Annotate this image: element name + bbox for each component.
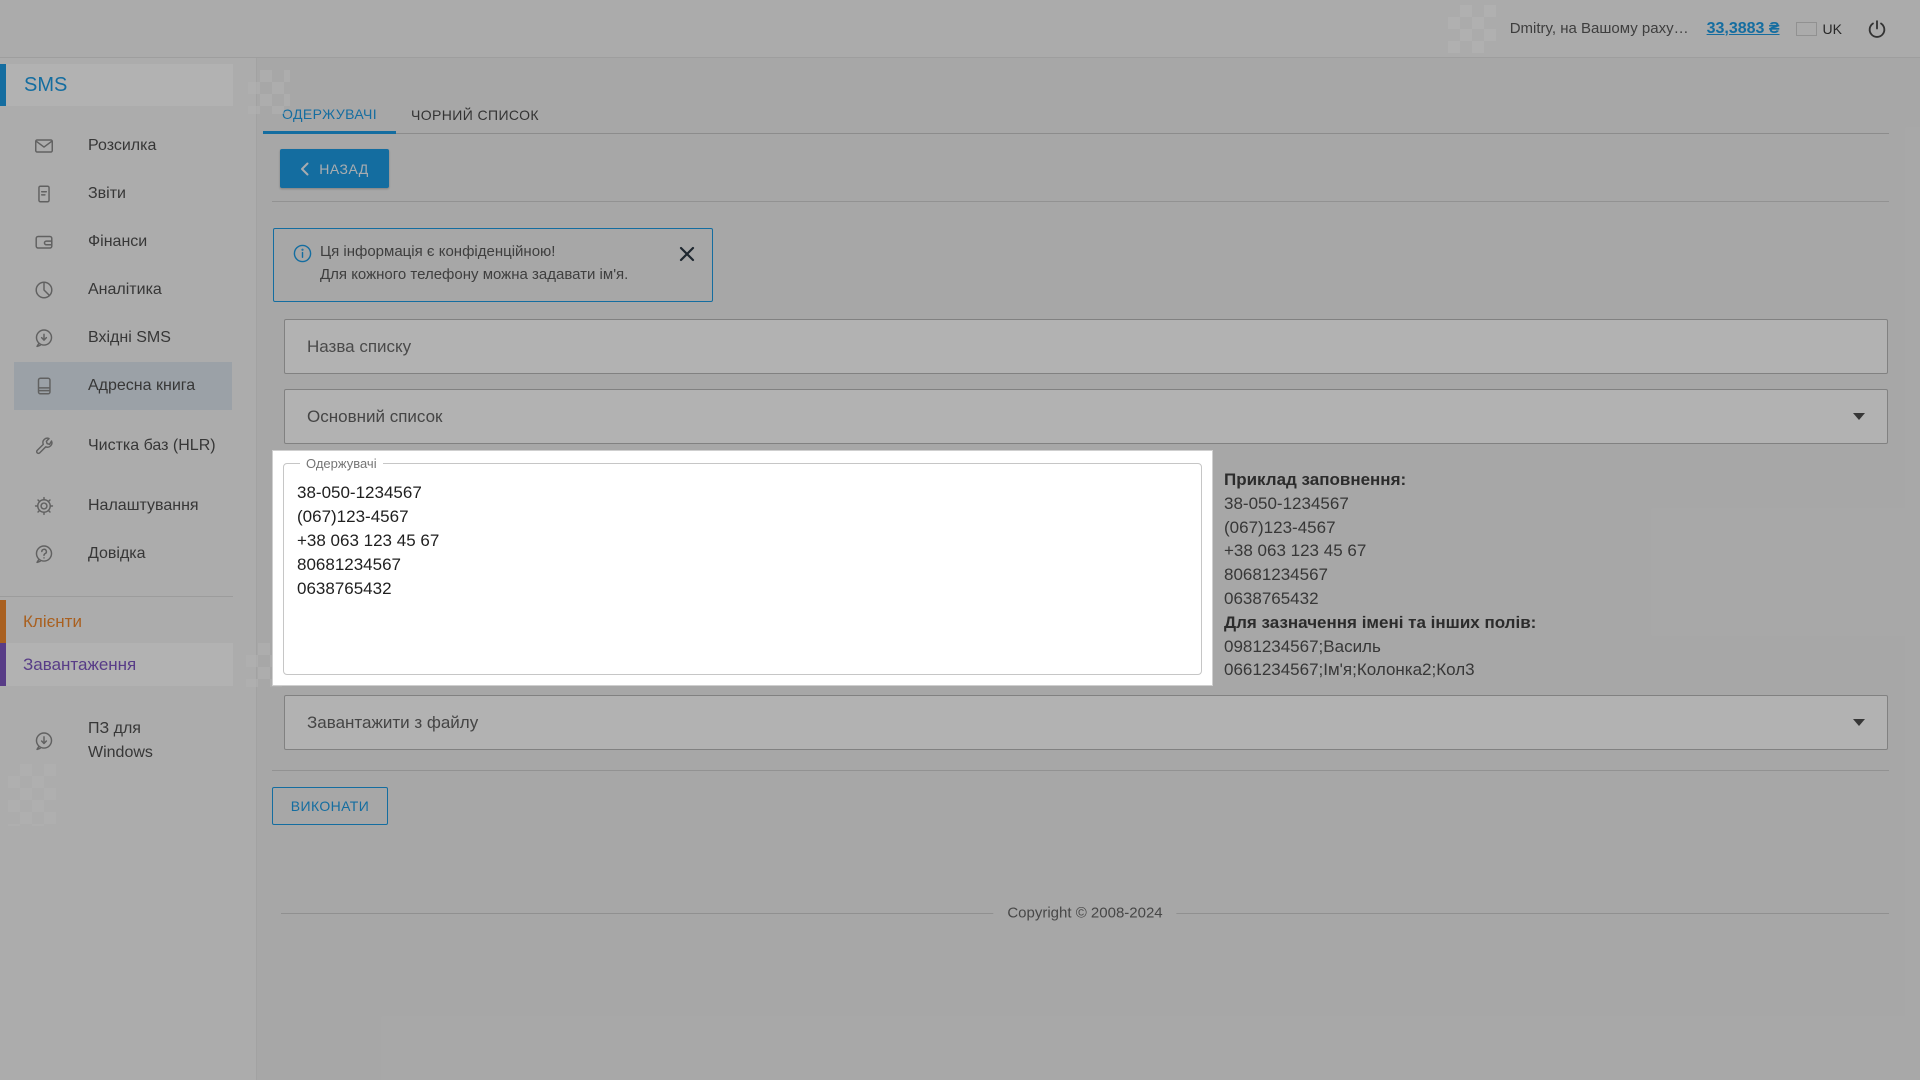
recipients-label: Одержувачі xyxy=(306,456,377,471)
recipients-fieldset: Одержувачі 38-050-1234567 (067)123-4567 … xyxy=(283,456,1202,675)
recipients-textarea[interactable]: 38-050-1234567 (067)123-4567 +38 063 123… xyxy=(284,471,1201,652)
recipients-spotlight: Одержувачі 38-050-1234567 (067)123-4567 … xyxy=(272,450,1213,686)
